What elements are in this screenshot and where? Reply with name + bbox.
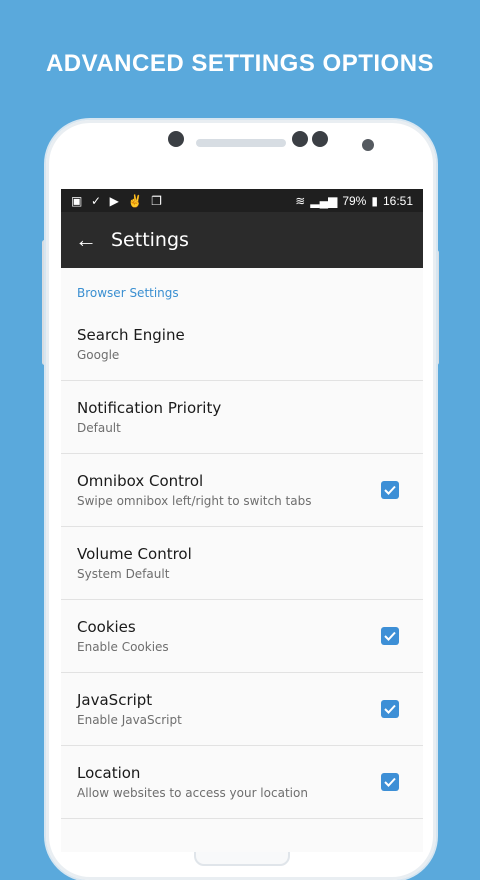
phone-screen: ▣ ✓ ▶ ✌ ❐ ≋ ▂▄▆ 79% ▮ 16:51 ← Settings B… [61, 189, 423, 852]
hand-icon: ✌ [127, 194, 143, 208]
back-arrow-icon[interactable]: ← [75, 229, 97, 251]
check-icon: ✓ [90, 194, 102, 208]
setting-javascript[interactable]: JavaScript Enable JavaScript [61, 673, 423, 746]
front-camera-icon [168, 131, 184, 147]
proximity-sensor-icon [362, 139, 374, 151]
setting-subtitle: Allow websites to access your location [77, 786, 308, 800]
sensor-icon [312, 131, 328, 147]
cookies-checkbox[interactable] [381, 627, 399, 645]
checkmark-icon [384, 777, 396, 787]
youtube-icon: ▶ [109, 194, 119, 208]
setting-title: Location [77, 764, 141, 782]
setting-subtitle: Default [77, 421, 121, 435]
setting-subtitle: Google [77, 348, 120, 362]
checkmark-icon [384, 485, 396, 495]
setting-title: Search Engine [77, 326, 185, 344]
clock: 16:51 [382, 193, 413, 208]
section-header: Browser Settings [77, 286, 179, 300]
setting-search-engine[interactable]: Search Engine Google [61, 308, 423, 381]
setting-subtitle: Enable JavaScript [77, 713, 182, 727]
settings-list: Search Engine Google Notification Priori… [61, 308, 423, 819]
status-icons-left: ▣ ✓ ▶ ✌ ❐ [71, 193, 167, 208]
app-bar: ← Settings [61, 212, 423, 268]
setting-notification-priority[interactable]: Notification Priority Default [61, 381, 423, 454]
setting-omnibox-control[interactable]: Omnibox Control Swipe omnibox left/right… [61, 454, 423, 527]
setting-title: JavaScript [77, 691, 153, 709]
setting-cookies[interactable]: Cookies Enable Cookies [61, 600, 423, 673]
status-icons-right: ≋ ▂▄▆ 79% ▮ 16:51 [295, 194, 413, 208]
sensor-icon [292, 131, 308, 147]
setting-subtitle: Enable Cookies [77, 640, 169, 654]
setting-title: Omnibox Control [77, 472, 204, 490]
battery-icon: ▮ [371, 193, 378, 208]
setting-volume-control[interactable]: Volume Control System Default [61, 527, 423, 600]
battery-percent: 79% [342, 193, 367, 208]
javascript-checkbox[interactable] [381, 700, 399, 718]
checkmark-icon [384, 704, 396, 714]
setting-subtitle: System Default [77, 567, 170, 581]
copy-icon: ❐ [151, 194, 162, 208]
setting-subtitle: Swipe omnibox left/right to switch tabs [77, 494, 312, 508]
omnibox-checkbox[interactable] [381, 481, 399, 499]
status-bar: ▣ ✓ ▶ ✌ ❐ ≋ ▂▄▆ 79% ▮ 16:51 [61, 189, 423, 212]
setting-location[interactable]: Location Allow websites to access your l… [61, 746, 423, 819]
signal-icon: ▂▄▆ [310, 193, 338, 208]
wifi-icon: ≋ [295, 193, 306, 208]
checkmark-icon [384, 631, 396, 641]
page-title: Settings [111, 229, 189, 251]
setting-title: Notification Priority [77, 399, 222, 417]
location-checkbox[interactable] [381, 773, 399, 791]
image-icon: ▣ [71, 194, 83, 208]
speaker-grille [196, 139, 286, 147]
setting-title: Volume Control [77, 545, 192, 563]
page-headline: ADVANCED SETTINGS OPTIONS [45, 50, 435, 77]
setting-title: Cookies [77, 618, 136, 636]
